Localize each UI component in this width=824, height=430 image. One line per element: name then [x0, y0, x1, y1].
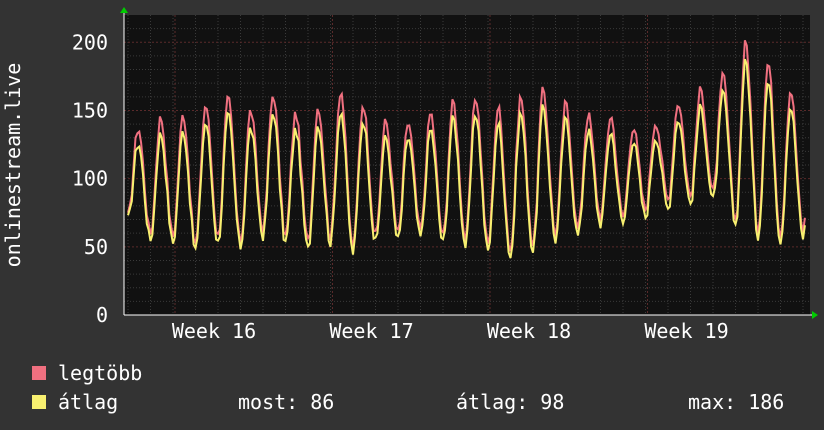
x-tick-label: Week 19	[644, 319, 728, 343]
y-tick-label: 50	[84, 235, 108, 259]
x-tick-label: Week 18	[487, 319, 571, 343]
x-tick-label: Week 16	[172, 319, 256, 343]
x-axis-arrow	[812, 311, 818, 319]
traffic-chart: 0 50 100 150 200 Week 16 Week 17 Week 18 Week 1…	[1, 7, 818, 343]
x-tick-label: Week 17	[329, 319, 413, 343]
y-tick-label: 0	[96, 303, 108, 327]
y-tick-label: 100	[72, 167, 108, 191]
y-tick-label: 150	[72, 98, 108, 122]
y-axis-arrow	[120, 7, 128, 13]
y-axis-label: onlinestream.live	[1, 63, 25, 268]
y-tick-label: 200	[72, 30, 108, 54]
